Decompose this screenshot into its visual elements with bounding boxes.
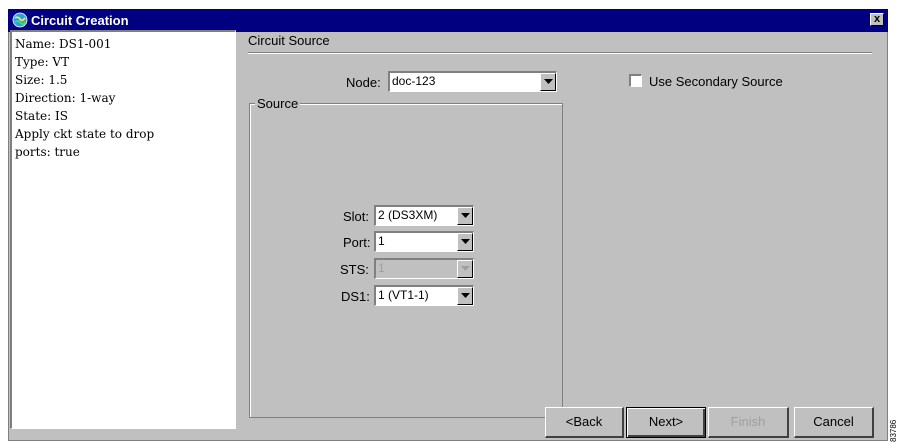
use-secondary-source-checkbox[interactable] bbox=[629, 74, 642, 87]
port-select[interactable]: 1 bbox=[374, 231, 474, 252]
section-divider bbox=[248, 52, 872, 54]
close-icon: x bbox=[873, 13, 881, 25]
ds1-label: DS1: bbox=[341, 289, 370, 304]
slot-value: 2 (DS3XM) bbox=[378, 208, 438, 222]
chevron-down-icon bbox=[461, 213, 470, 218]
dropdown-button[interactable] bbox=[457, 287, 473, 305]
info-line: Apply ckt state to drop bbox=[15, 127, 155, 141]
back-button[interactable]: <Back bbox=[545, 407, 624, 438]
info-line: Direction: 1-way bbox=[15, 91, 116, 105]
ds1-value: 1 (VT1-1) bbox=[378, 288, 429, 302]
source-group-label: Source bbox=[255, 96, 301, 111]
section-title: Circuit Source bbox=[248, 33, 330, 48]
info-line: Name: DS1-001 bbox=[15, 37, 112, 51]
dropdown-button[interactable] bbox=[457, 207, 473, 225]
circuit-info-panel: Name: DS1-001 Type: VT Size: 1.5 Directi… bbox=[10, 30, 236, 429]
sts-label: STS: bbox=[340, 262, 369, 277]
ds1-select[interactable]: 1 (VT1-1) bbox=[374, 285, 474, 306]
info-line: State: IS bbox=[15, 109, 68, 123]
dropdown-button bbox=[457, 260, 473, 278]
finish-button: Finish bbox=[708, 407, 789, 438]
close-button[interactable]: x bbox=[870, 13, 884, 26]
node-value: doc-123 bbox=[392, 74, 436, 88]
dropdown-button[interactable] bbox=[540, 73, 556, 91]
chevron-down-icon bbox=[544, 79, 553, 84]
window-title: Circuit Creation bbox=[31, 13, 129, 28]
chevron-down-icon bbox=[461, 266, 470, 271]
slot-label: Slot: bbox=[343, 209, 370, 224]
node-select[interactable]: doc-123 bbox=[388, 71, 557, 92]
slot-select[interactable]: 2 (DS3XM) bbox=[374, 205, 474, 226]
sts-value: 1 bbox=[378, 261, 385, 275]
info-line: Size: 1.5 bbox=[15, 73, 68, 87]
finish-label: Finish bbox=[730, 414, 766, 429]
figure-id: 83786 bbox=[889, 419, 898, 442]
app-globe-icon bbox=[12, 12, 28, 28]
sts-select: 1 bbox=[374, 258, 474, 279]
next-button[interactable]: Next> bbox=[626, 407, 706, 438]
cancel-button[interactable]: Cancel bbox=[794, 407, 874, 438]
port-value: 1 bbox=[378, 234, 385, 248]
info-line: ports: true bbox=[15, 145, 80, 159]
port-label: Port: bbox=[343, 235, 371, 250]
info-line: Type: VT bbox=[15, 55, 70, 69]
chevron-down-icon bbox=[461, 239, 470, 244]
use-secondary-source-label: Use Secondary Source bbox=[649, 74, 783, 89]
title-bar: Circuit Creation x bbox=[8, 9, 888, 32]
chevron-down-icon bbox=[461, 293, 470, 298]
node-label: Node: bbox=[346, 75, 381, 90]
dropdown-button[interactable] bbox=[457, 233, 473, 251]
